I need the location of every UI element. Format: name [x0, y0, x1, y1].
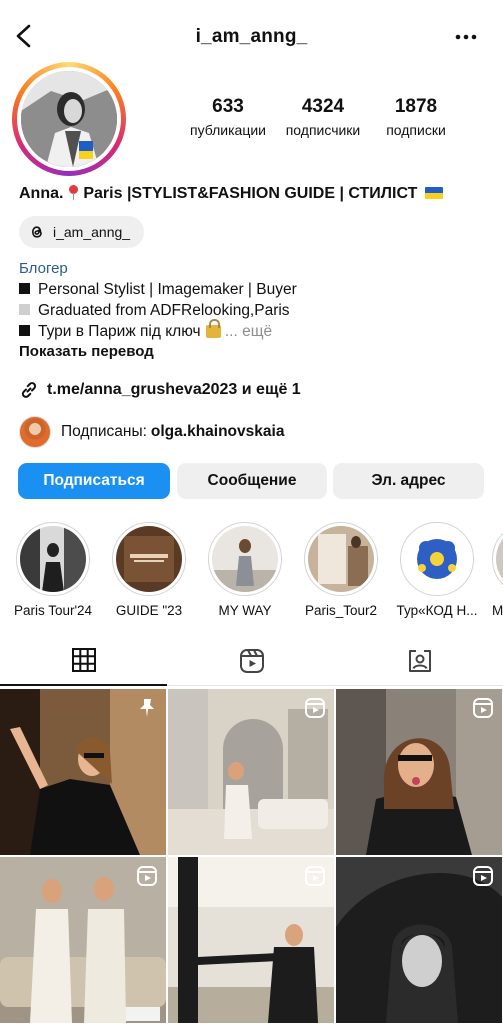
reel-icon [473, 698, 493, 718]
highlight-label: MY WAY [218, 603, 272, 618]
email-button[interactable]: Эл. адрес [333, 463, 484, 499]
profile-display-name: Anna. Paris |STYLIST&FASHION GUIDE | СТИ… [19, 185, 443, 203]
show-translation-link[interactable]: Показать перевод [19, 343, 154, 360]
profile-tabs [0, 636, 503, 686]
highlight-label: GUIDE "23 [115, 603, 183, 618]
stat-following[interactable]: 1878 подписки [376, 96, 456, 138]
profile-avatar[interactable] [12, 62, 126, 176]
highlight-item[interactable]: Paris_Tour2 [300, 522, 382, 618]
post-thumbnail[interactable] [336, 689, 502, 855]
highlight-item[interactable]: Тур«КОД Н... [396, 522, 478, 618]
highlight-item[interactable]: GUIDE "23 [108, 522, 190, 618]
bio-line-3: Тури в Париж під ключ ... ещё [19, 319, 272, 341]
reels-icon [239, 649, 264, 673]
post-thumbnail[interactable] [0, 857, 166, 1023]
profile-stats: 633 публикации 4324 подписчики 1878 подп… [180, 96, 460, 146]
profile-link-text: t.me/anna_grusheva2023 и ещё 1 [47, 381, 301, 398]
threads-badge[interactable]: i_am_anng_ [19, 216, 145, 248]
highlight-cover [404, 526, 470, 592]
stat-posts[interactable]: 633 публикации [188, 96, 268, 138]
ukraine-flag-icon [424, 187, 443, 199]
bio-line-2-text: Graduated from ADFRelooking,Paris [38, 302, 290, 319]
posts-grid [0, 689, 503, 1024]
reel-icon [305, 698, 325, 718]
tab-tagged[interactable] [336, 636, 503, 686]
followed-by[interactable]: Подписаны: olga.khainovskaia [19, 416, 284, 448]
profile-header: i_am_anng_ [0, 0, 503, 72]
stat-followers-label: подписчики [285, 122, 361, 138]
profile-link[interactable]: t.me/anna_grusheva2023 и ещё 1 [19, 380, 301, 400]
stat-followers-count: 4324 [301, 96, 345, 117]
profile-category: Блогер [19, 260, 68, 277]
highlight-cover [496, 526, 503, 592]
more-options-icon[interactable] [455, 34, 477, 40]
highlight-label: Paris Tour'24 [13, 603, 93, 618]
bio-line-3-text: Тури в Париж під ключ [38, 323, 201, 340]
avatar-photo [21, 71, 117, 167]
post-thumbnail[interactable] [336, 857, 502, 1023]
tagged-icon [408, 650, 431, 672]
bio-line-1-text: Personal Stylist | Imagemaker | Buyer [38, 281, 297, 298]
reel-icon [305, 866, 325, 886]
black-square-icon [19, 283, 30, 294]
highlight-label: Paris_Tour2 [304, 603, 378, 618]
highlight-item[interactable]: MY WAY [204, 522, 286, 618]
highlight-item[interactable]: M [492, 522, 503, 618]
tab-posts-grid[interactable] [0, 636, 167, 686]
pin-icon [140, 699, 154, 717]
followed-by-user: olga.khainovskaia [150, 423, 285, 440]
bio-line-1: Personal Stylist | Imagemaker | Buyer [19, 281, 297, 299]
white-square-icon [19, 304, 30, 315]
stat-posts-label: публикации [190, 122, 266, 138]
post-thumbnail[interactable] [0, 689, 166, 855]
threads-icon [31, 226, 42, 238]
bio-more-link[interactable]: ... ещё [225, 323, 272, 340]
black-square-icon [19, 325, 30, 336]
tab-reels[interactable] [168, 636, 335, 686]
stat-posts-count: 633 [212, 96, 244, 117]
link-icon [21, 382, 37, 398]
post-thumbnail[interactable] [168, 857, 334, 1023]
highlight-cover [308, 526, 374, 592]
follow-button[interactable]: Подписаться [18, 463, 170, 499]
highlight-cover [20, 526, 86, 592]
profile-username: i_am_anng_ [195, 26, 308, 47]
bio-line-2: Graduated from ADFRelooking,Paris [19, 302, 290, 320]
stat-followers[interactable]: 4324 подписчики [278, 96, 368, 138]
highlight-cover [212, 526, 278, 592]
stat-following-label: подписки [386, 122, 446, 138]
followed-by-prefix: Подписаны: [61, 423, 147, 440]
highlight-label: M [492, 603, 503, 618]
stat-following-count: 1878 [394, 96, 438, 117]
threads-handle: i_am_anng_ [53, 224, 131, 240]
reel-icon [137, 866, 157, 886]
round-pushpin-icon [68, 185, 79, 200]
highlight-label: Тур«КОД Н... [396, 603, 478, 618]
post-thumbnail[interactable] [168, 689, 334, 855]
message-button[interactable]: Сообщение [177, 463, 327, 499]
display-name-part2: Paris |STYLIST&FASHION GUIDE | СТИЛІСТ [83, 185, 418, 202]
highlight-cover [116, 526, 182, 592]
reel-icon [473, 866, 493, 886]
follower-avatar [19, 416, 51, 448]
lock-key-icon [205, 319, 221, 338]
grid-icon [71, 648, 96, 672]
highlight-item[interactable]: Paris Tour'24 [12, 522, 94, 618]
display-name-part1: Anna. [19, 185, 64, 202]
